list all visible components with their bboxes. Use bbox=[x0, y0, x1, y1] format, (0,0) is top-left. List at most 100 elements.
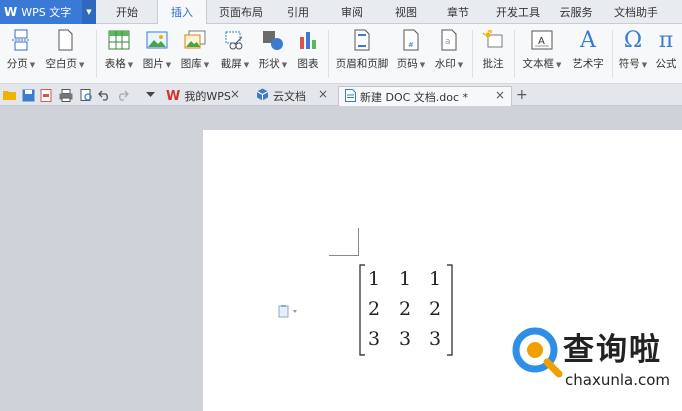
wordart-label: 艺术字 bbox=[572, 58, 604, 70]
wordart-button[interactable]: A 艺术字 bbox=[568, 28, 608, 80]
symbol-label: 符号 bbox=[618, 58, 640, 70]
app-menu-dropdown-icon[interactable]: ▼ bbox=[82, 0, 96, 24]
margin-corner-mark bbox=[329, 228, 359, 256]
svg-text:a: a bbox=[445, 37, 451, 47]
shape-button[interactable]: 形状 ▼ bbox=[256, 28, 290, 80]
magnifier-logo-icon bbox=[512, 327, 563, 378]
close-tab-icon[interactable]: × bbox=[230, 87, 240, 101]
chart-label: 图表 bbox=[297, 58, 319, 70]
tab-cloud-docs[interactable]: 云文档 × bbox=[250, 86, 334, 106]
tab-developer[interactable]: 开发工具 bbox=[490, 0, 546, 24]
chart-icon bbox=[295, 28, 321, 52]
tab-page-layout[interactable]: 页面布局 bbox=[214, 0, 268, 24]
screenshot-button[interactable]: 截屏 ▼ bbox=[218, 28, 252, 80]
menu-bar: W WPS 文字 ▼ 开始 插入 页面布局 引用 审阅 视图 章节 开发工具 云… bbox=[0, 0, 682, 25]
table-icon bbox=[106, 28, 132, 52]
blank-page-label: 空白页 bbox=[45, 58, 78, 70]
blank-page-icon bbox=[52, 28, 78, 52]
blank-page-button[interactable]: 空白页 ▼ bbox=[44, 28, 86, 80]
watermark-icon: a bbox=[436, 28, 462, 52]
tab-label: 云文档 bbox=[273, 90, 306, 103]
comment-label: 批注 bbox=[482, 58, 504, 70]
app-menu-button[interactable]: W WPS 文字 ▼ bbox=[0, 0, 96, 24]
close-tab-icon[interactable]: × bbox=[318, 87, 328, 101]
comment-button[interactable]: 批注 bbox=[478, 28, 508, 80]
document-tab-bar: W 我的WPS × 云文档 × 新建 DOC 文档.doc * × + bbox=[0, 84, 682, 106]
print-preview-icon[interactable] bbox=[78, 87, 94, 103]
screenshot-label: 截屏 bbox=[220, 58, 242, 70]
picture-icon bbox=[144, 28, 170, 52]
page-number-button[interactable]: # 页码 ▼ bbox=[394, 28, 428, 80]
page-number-label: 页码 bbox=[396, 58, 418, 70]
print-icon[interactable] bbox=[58, 87, 74, 103]
matrix-cell: 3 bbox=[368, 328, 381, 350]
wordart-icon: A bbox=[580, 27, 596, 53]
matrix-cell: 2 bbox=[399, 298, 412, 320]
wps-logo-icon: W bbox=[4, 5, 18, 19]
matrix-cell: 1 bbox=[429, 268, 442, 290]
textbox-button[interactable]: A 文本框 ▼ bbox=[520, 28, 564, 80]
gallery-button[interactable]: 图库 ▼ bbox=[178, 28, 212, 80]
gallery-label: 图库 bbox=[180, 58, 202, 70]
table-label: 表格 bbox=[104, 58, 126, 70]
svg-text:#: # bbox=[408, 41, 414, 49]
header-footer-icon bbox=[349, 28, 375, 52]
matrix-cell: 2 bbox=[429, 298, 442, 320]
ribbon-separator bbox=[514, 30, 515, 78]
symbol-button[interactable]: Ω 符号 ▼ bbox=[616, 28, 650, 80]
textbox-label: 文本框 bbox=[522, 58, 555, 70]
save-icon[interactable] bbox=[20, 87, 36, 103]
pi-formula-icon: π bbox=[658, 27, 674, 53]
matrix-cell: 1 bbox=[368, 268, 381, 290]
formula-label: 公式 bbox=[655, 58, 677, 70]
app-title: WPS 文字 bbox=[21, 6, 72, 19]
page-break-label: 分页 bbox=[6, 58, 28, 70]
ribbon-separator bbox=[612, 30, 613, 78]
matrix-cell: 1 bbox=[399, 268, 412, 290]
close-tab-icon[interactable]: × bbox=[495, 88, 505, 102]
textbox-icon: A bbox=[529, 28, 555, 52]
tab-doc-assistant[interactable]: 文档助手 bbox=[606, 0, 666, 24]
formula-button[interactable]: π 公式 bbox=[652, 28, 680, 80]
comment-icon bbox=[480, 28, 506, 52]
tab-view[interactable]: 视图 bbox=[386, 0, 426, 24]
page-break-button[interactable]: 分页 ▼ bbox=[4, 28, 38, 80]
customize-toolbar-dropdown-icon[interactable] bbox=[142, 87, 158, 103]
tab-references[interactable]: 引用 bbox=[278, 0, 318, 24]
wps-w-icon: W bbox=[166, 88, 181, 104]
matrix-cell: 3 bbox=[429, 328, 442, 350]
tab-review[interactable]: 审阅 bbox=[332, 0, 372, 24]
picture-label: 图片 bbox=[142, 58, 164, 70]
header-footer-label: 页眉和页脚 bbox=[335, 58, 389, 70]
export-pdf-icon[interactable] bbox=[38, 87, 54, 103]
chart-button[interactable]: 图表 bbox=[294, 28, 322, 80]
watermark-text: 查询啦 bbox=[563, 332, 662, 368]
table-button[interactable]: 表格 ▼ bbox=[102, 28, 136, 80]
shape-icon bbox=[260, 28, 286, 52]
picture-button[interactable]: 图片 ▼ bbox=[140, 28, 174, 80]
tab-my-wps[interactable]: W 我的WPS × bbox=[160, 86, 246, 106]
tab-section[interactable]: 章节 bbox=[438, 0, 478, 24]
redo-icon[interactable] bbox=[114, 87, 130, 103]
site-watermark: 查询啦 chaxunla.com bbox=[505, 318, 682, 411]
tab-cloud-service[interactable]: 云服务 bbox=[552, 0, 600, 24]
tab-label: 我的WPS bbox=[184, 90, 231, 103]
header-footer-button[interactable]: 页眉和页脚 bbox=[334, 28, 390, 80]
matrix-equation[interactable]: 1 1 1 2 2 2 3 3 3 bbox=[359, 264, 453, 356]
omega-symbol-icon: Ω bbox=[623, 27, 643, 53]
new-tab-button[interactable]: + bbox=[516, 87, 528, 103]
screenshot-icon bbox=[222, 28, 248, 52]
paste-options-icon[interactable] bbox=[278, 304, 298, 318]
matrix-cell: 2 bbox=[368, 298, 381, 320]
watermark-label: 水印 bbox=[434, 58, 456, 70]
cloud-cube-icon bbox=[256, 88, 269, 104]
tab-new-doc[interactable]: 新建 DOC 文档.doc * × bbox=[338, 86, 512, 106]
ribbon-separator bbox=[472, 30, 473, 78]
tab-home[interactable]: 开始 bbox=[106, 0, 148, 24]
tab-insert[interactable]: 插入 bbox=[157, 0, 207, 25]
open-folder-icon[interactable] bbox=[2, 87, 18, 103]
ribbon-toolbar: 分页 ▼ 空白页 ▼ 表格 ▼ 图片 ▼ 图库 ▼ 截屏 ▼ 形状 ▼ 图表 页… bbox=[0, 24, 682, 84]
undo-icon[interactable] bbox=[96, 87, 112, 103]
page-number-icon: # bbox=[398, 28, 424, 52]
watermark-button[interactable]: a 水印 ▼ bbox=[432, 28, 466, 80]
